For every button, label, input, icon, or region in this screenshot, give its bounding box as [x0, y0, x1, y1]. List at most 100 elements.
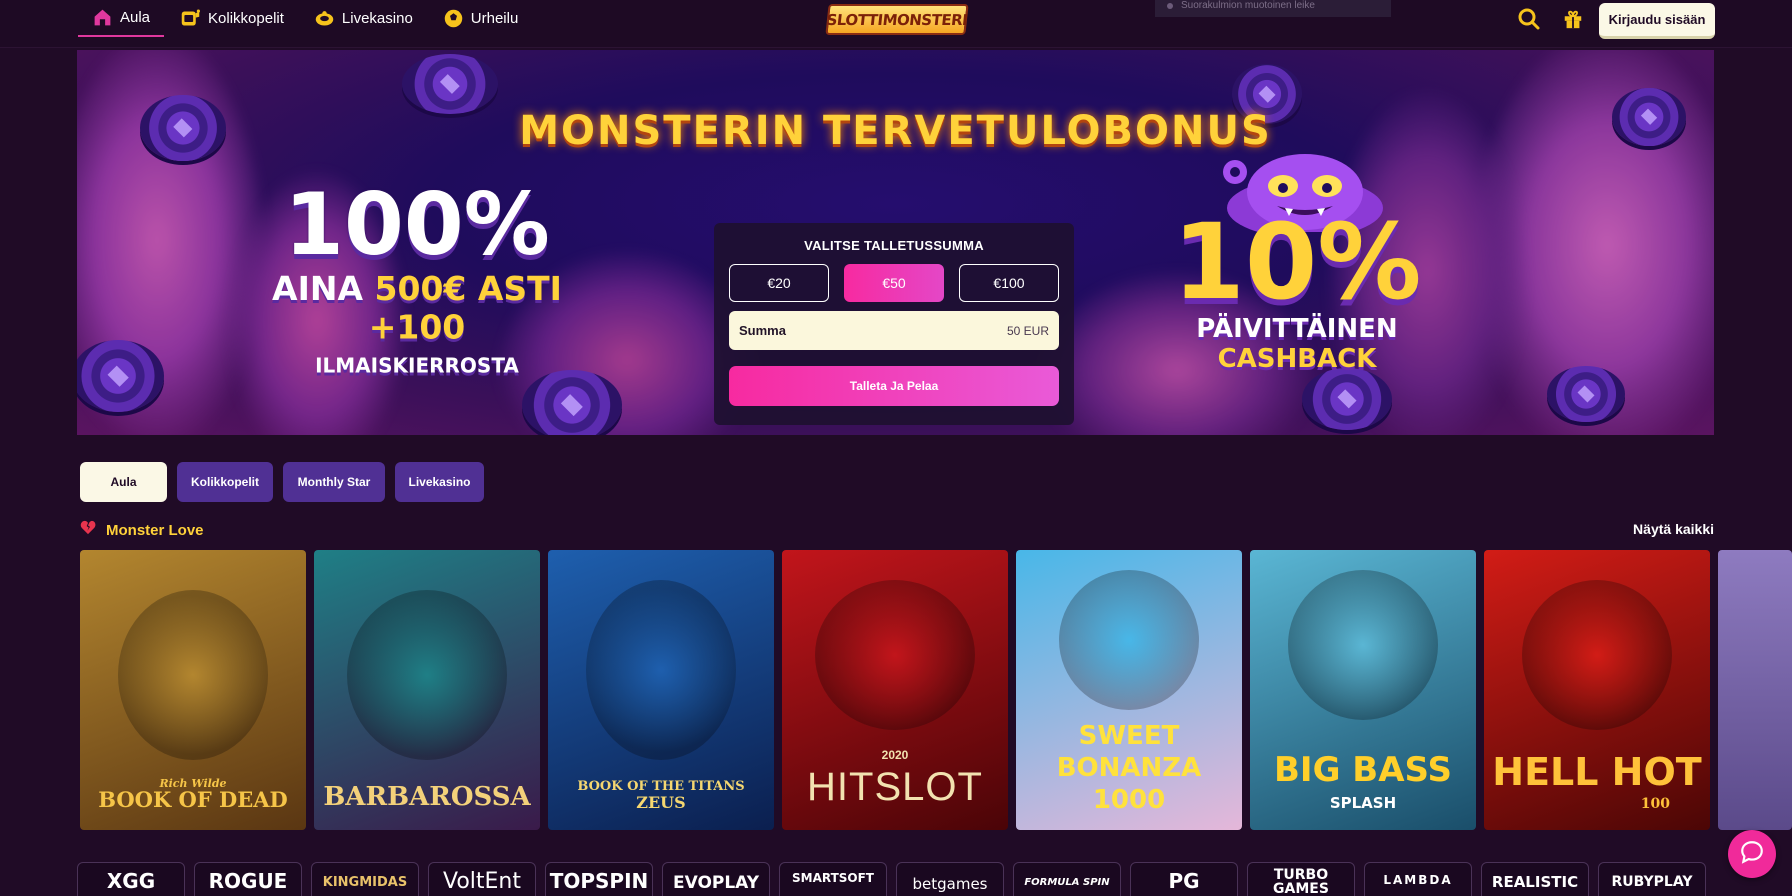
provider-turbo-games[interactable]: TURBO GAMES	[1247, 862, 1355, 896]
broken-heart-icon	[80, 520, 96, 540]
top-navigation: Aula Kolikkopelit Livekasino Urheilu SLO…	[0, 0, 1792, 48]
deposit-and-play-button[interactable]: Talleta Ja Pelaa	[729, 366, 1059, 406]
cashback-percent: 10%	[1172, 201, 1422, 323]
game-title: BOOK OF THE TITANS	[577, 779, 745, 794]
login-button[interactable]: Kirjaudu sisään	[1599, 3, 1715, 39]
game-card-big-bass-splash[interactable]: BIG BASS SPLASH	[1250, 550, 1476, 830]
provider-pg[interactable]: PG	[1130, 862, 1238, 896]
game-art	[1288, 570, 1438, 720]
nav-item-label: Aula	[120, 9, 151, 26]
game-card-book-of-the-titans-zeus[interactable]: BOOK OF THE TITANS ZEUS	[548, 550, 774, 830]
provider-rubyplay[interactable]: RUBYPLAY	[1598, 862, 1706, 896]
provider-formula-spin[interactable]: FORMULA SPIN	[1013, 862, 1121, 896]
casino-chip-decoration	[402, 54, 498, 114]
game-title: BOOK OF DEAD	[98, 787, 288, 812]
provider-lambda[interactable]: LAMBDA	[1364, 862, 1472, 896]
game-title: SWEET BONANZA 1000	[1056, 721, 1202, 815]
casino-chip-decoration	[1302, 368, 1392, 430]
deposit-amount-options: €20 €50 €100	[729, 264, 1059, 302]
deposit-widget: VALITSE TALLETUSSUMMA €20 €50 €100 Summa…	[714, 223, 1074, 425]
nav-item-label: Livekasino	[341, 10, 413, 27]
live-casino-icon	[314, 8, 335, 29]
game-subtitle: 2020	[881, 748, 909, 762]
game-subtitle: ZEUS	[636, 793, 686, 812]
bonus-limit-prefix: AINA	[272, 269, 375, 308]
game-card-book-of-dead[interactable]: Rich Wilde BOOK OF DEAD	[80, 550, 306, 830]
free-spins: +100 ILMAISKIERROSTA	[262, 308, 572, 383]
game-card-sweet-bonanza-1000[interactable]: SWEET BONANZA 1000	[1016, 550, 1242, 830]
banner-title: MONSTERIN TERVETULOBONUS	[519, 108, 1272, 154]
welcome-bonus-banner[interactable]: MONSTERIN TERVETULOBONUS 100% AINA 500€ …	[77, 50, 1714, 435]
section-header: Monster Love	[80, 520, 204, 540]
game-title: HITSLOT	[807, 765, 983, 809]
filter-monthly-star[interactable]: Monthly Star	[283, 462, 385, 502]
provider-betgames[interactable]: betgames	[896, 862, 1004, 896]
game-card-hitslot[interactable]: 2020 HITSLOT	[782, 550, 1008, 830]
sum-value: 50 EUR	[1006, 323, 1049, 338]
provider-topspin[interactable]: TOPSPIN	[545, 862, 653, 896]
deposit-sum-field[interactable]: Summa 50 EUR	[729, 311, 1059, 350]
home-icon	[92, 7, 113, 28]
nav-item-aula[interactable]: Aula	[78, 0, 165, 37]
game-card-partial[interactable]	[1718, 550, 1792, 830]
amount-option-20[interactable]: €20	[729, 264, 829, 302]
filter-livekasino[interactable]: Livekasino	[395, 462, 484, 502]
site-logo[interactable]: SLOTTIMONSTERI	[825, 4, 969, 35]
filter-kolikkopelit[interactable]: Kolikkopelit	[177, 462, 273, 502]
gift-icon	[1562, 8, 1584, 35]
nav-item-kolikkopelit[interactable]: Kolikkopelit	[166, 0, 298, 37]
gift-button[interactable]	[1558, 6, 1588, 36]
free-spins-label: ILMAISKIERROSTA	[315, 353, 519, 377]
game-art	[586, 580, 736, 760]
game-card-hell-hot-100[interactable]: HELL HOT 100	[1484, 550, 1710, 830]
cashback-label: CASHBACK	[1217, 344, 1377, 374]
live-chat-button[interactable]	[1728, 830, 1776, 878]
bonus-limit-amount: 500€ ASTI	[374, 269, 562, 308]
nav-item-urheilu[interactable]: Urheilu	[429, 0, 533, 37]
filter-aula[interactable]: Aula	[80, 462, 167, 502]
cashback-period: PÄIVITTÄINEN	[1196, 314, 1398, 344]
provider-voltent[interactable]: VoltEnt	[428, 862, 536, 896]
game-card-barbarossa[interactable]: BARBAROSSA	[314, 550, 540, 830]
game-art	[815, 580, 975, 730]
free-spins-count: +100	[368, 307, 466, 347]
bonus-offer-left: 100% AINA 500€ ASTI +100 ILMAISKIERROSTA	[262, 180, 572, 383]
nav-links: Aula Kolikkopelit Livekasino Urheilu	[78, 0, 534, 37]
amount-option-50[interactable]: €50	[844, 264, 944, 302]
slot-machine-icon	[180, 8, 201, 29]
game-subtitle: 100	[1640, 796, 1670, 812]
section-title: Monster Love	[106, 521, 204, 539]
logo-text: SLOTTIMONSTERI	[825, 10, 969, 29]
search-button[interactable]	[1514, 6, 1544, 36]
category-filter-bar: Aula Kolikkopelit Monthly Star Livekasin…	[80, 462, 484, 502]
provider-kingmidas[interactable]: KINGMIDAS	[311, 862, 419, 896]
game-art	[1059, 570, 1199, 710]
cashback-offer-right: 10% PÄIVITTÄINEN CASHBACK	[1157, 210, 1437, 374]
game-title: HELL HOT	[1492, 750, 1702, 794]
amount-option-100[interactable]: €100	[959, 264, 1059, 302]
game-title: BARBAROSSA	[323, 782, 531, 812]
casino-chip-decoration	[1547, 366, 1625, 422]
chat-bubble-icon	[1739, 839, 1765, 870]
nav-item-livekasino[interactable]: Livekasino	[300, 0, 427, 37]
provider-realistic[interactable]: REALISTIC	[1481, 862, 1589, 896]
nav-item-label: Kolikkopelit	[208, 10, 284, 27]
provider-smartsoft[interactable]: SMARTSOFT	[779, 862, 887, 896]
snip-overlay-label: Suorakulmion muotoinen leike	[1155, 0, 1391, 17]
search-icon	[1517, 7, 1541, 36]
see-all-link[interactable]: Näytä kaikki	[1600, 521, 1714, 537]
sports-ball-icon	[443, 8, 464, 29]
provider-strip: XGG ROGUE KINGMIDAS VoltEnt TOPSPIN EVOP…	[77, 862, 1792, 896]
provider-rogue[interactable]: ROGUE	[194, 862, 302, 896]
game-carousel: Rich Wilde BOOK OF DEAD BARBAROSSA BOOK …	[80, 550, 1792, 830]
game-art	[118, 590, 268, 760]
deposit-title: VALITSE TALLETUSSUMMA	[804, 238, 984, 253]
provider-xgg[interactable]: XGG	[77, 862, 185, 896]
provider-evoplay[interactable]: EVOPLAY	[662, 862, 770, 896]
sum-label: Summa	[739, 323, 786, 338]
bonus-percent: 100%	[284, 175, 550, 275]
bonus-limit: AINA 500€ ASTI	[262, 270, 572, 308]
game-art	[347, 590, 507, 760]
game-art	[1522, 580, 1672, 730]
game-title: BIG BASS	[1274, 750, 1452, 790]
